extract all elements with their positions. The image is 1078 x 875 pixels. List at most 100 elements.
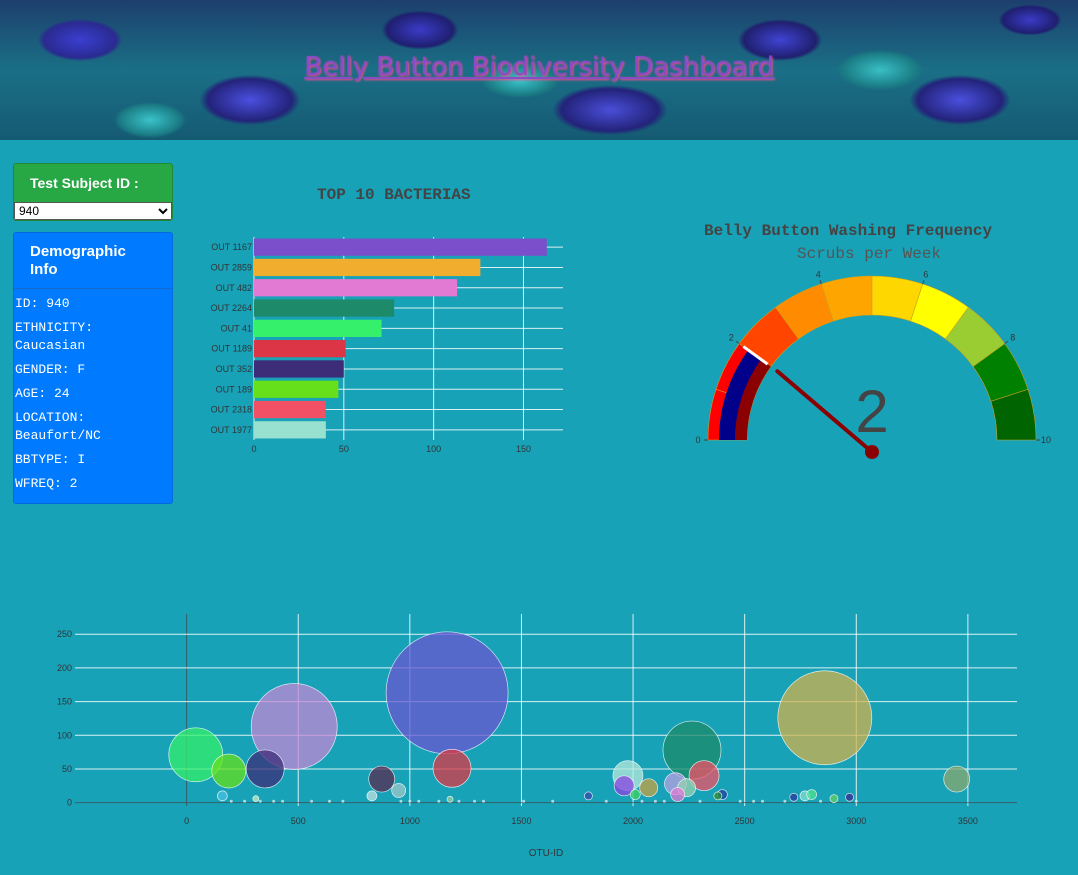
- bubble-small-point: [551, 799, 555, 803]
- bubble-x-tick-label: 3000: [846, 816, 866, 826]
- bar-x-tick-label: 0: [251, 444, 256, 454]
- gauge-tick-label: 4: [816, 270, 821, 280]
- bubble-small-point: [752, 799, 756, 803]
- bubble-small-point: [310, 799, 314, 803]
- bar-x-tick-label: 150: [516, 444, 531, 454]
- header-banner: Belly Button Biodiversity Dashboard: [0, 0, 1078, 140]
- bubble-point: [639, 778, 659, 798]
- bubble-x-tick-label: 1500: [511, 816, 531, 826]
- gauge-tick-label: 8: [1010, 333, 1015, 343]
- gauge-value-label: 2: [855, 378, 888, 445]
- bubble-x-tick-label: 500: [291, 816, 306, 826]
- bubble-point: [245, 749, 285, 789]
- bubble-point: [446, 795, 454, 803]
- bubble-small-point: [417, 799, 421, 803]
- bubble-small-point: [481, 799, 485, 803]
- bubble-small-point: [738, 799, 742, 803]
- bar-x-tick-label: 100: [426, 444, 441, 454]
- demographic-row-bbtype: BBTYPE: I: [15, 452, 86, 467]
- bubble-small-point: [437, 799, 441, 803]
- bubble-y-tick-label: 100: [57, 730, 72, 740]
- bubble-small-point: [281, 799, 285, 803]
- bubble-small-point: [653, 799, 657, 803]
- bubble-point: [713, 791, 723, 801]
- bar-x-tick-label: 50: [339, 444, 349, 454]
- demographic-row-ethnicity: ETHNICITY: Caucasian: [15, 320, 94, 353]
- bar-out-482: [254, 279, 458, 297]
- bubble-small-point: [399, 799, 403, 803]
- bubble-point: [385, 631, 509, 755]
- gauge-tick-label: 0: [695, 435, 700, 445]
- bubble-small-point: [327, 799, 331, 803]
- bubble-point: [806, 789, 817, 800]
- bar-category-label: OUT 2264: [211, 303, 252, 313]
- gauge-tick: [1004, 340, 1009, 345]
- bar-category-label: OUT 482: [216, 283, 252, 293]
- demographic-row-id: ID: 940: [15, 296, 70, 311]
- bar-out-1189: [254, 340, 346, 358]
- bubble-point: [211, 753, 247, 789]
- bubble-point: [366, 790, 378, 802]
- bubble-point: [391, 783, 407, 798]
- bubble-small-point: [522, 799, 526, 803]
- bar-out-1167: [254, 238, 547, 256]
- bubble-small-point: [819, 799, 823, 803]
- bubble-small-point: [761, 799, 765, 803]
- bar-out-2318: [254, 400, 326, 419]
- bubble-y-tick-label: 250: [57, 629, 72, 639]
- bubble-x-axis-label: OTU-ID: [529, 848, 563, 859]
- otu-bubble-chart: 0 500 1000 1500 2000 2500 3000 3500 0 50 100 150 200…: [57, 614, 1017, 859]
- bar-category-label: OUT 2859: [211, 262, 252, 272]
- bar-out-41: [254, 319, 382, 337]
- bar-category-label: OUT 189: [216, 384, 252, 394]
- bubble-y-tick-label: 50: [62, 764, 72, 774]
- bubble-small-point: [640, 799, 644, 803]
- bubble-point: [845, 792, 854, 802]
- bubble-small-point: [408, 799, 412, 803]
- demographic-row-age: AGE: 24: [15, 386, 70, 401]
- bubble-x-tick-label: 3500: [958, 816, 978, 826]
- washing-frequency-gauge: 0 2 4 6 8 10 2: [695, 270, 1051, 459]
- bubble-small-point: [698, 799, 702, 803]
- bar-out-2264: [254, 299, 395, 317]
- bubble-small-point: [662, 799, 666, 803]
- demographic-row-location: LOCATION: Beaufort/NC: [15, 410, 101, 443]
- bubble-point: [252, 795, 260, 802]
- gauge-tick: [735, 340, 740, 345]
- demographic-info-title: Demographic Info: [14, 233, 172, 289]
- bubble-point: [670, 787, 686, 802]
- bubble-small-point: [457, 799, 461, 803]
- demographic-row-wfreq: WFREQ: 2: [15, 476, 78, 491]
- gauge-needle-hub: [865, 445, 879, 459]
- gauge-tick: [819, 280, 822, 285]
- bar-category-label: OUT 2318: [211, 405, 252, 415]
- bar-out-2859: [254, 258, 481, 277]
- bubble-small-point: [783, 799, 787, 803]
- subject-id-select[interactable]: 940: [14, 202, 172, 220]
- bar-category-label: OUT 41: [221, 323, 252, 333]
- gauge-tick-label: 6: [923, 270, 928, 280]
- gauge-tick-label: 10: [1041, 435, 1051, 445]
- bubble-small-point: [341, 799, 345, 803]
- bubble-point: [368, 765, 396, 793]
- bubble-y-tick-label: 0: [67, 798, 72, 808]
- bubble-point: [584, 791, 593, 801]
- top-bacteria-bar-chart: 0 50 100 150 OUT 1167 OUT 2859 OUT 482 OUT 2264…: [211, 237, 563, 454]
- bubble-point: [829, 794, 839, 803]
- bar-out-189: [254, 380, 339, 398]
- bubble-x-tick-label: 2500: [735, 816, 755, 826]
- bubble-x-tick-label: 1000: [400, 816, 420, 826]
- bubble-y-tick-label: 200: [57, 663, 72, 673]
- demographic-row-gender: GENDER: F: [15, 362, 86, 377]
- bubble-point: [432, 748, 472, 788]
- demographic-info-panel: Demographic Info ID: 940 ETHNICITY: Cauc…: [13, 232, 173, 504]
- bubble-small-point: [854, 799, 858, 803]
- page-title: Belly Button Biodiversity Dashboard: [304, 52, 774, 82]
- bar-out-1977: [254, 421, 326, 439]
- bubble-small-point: [258, 799, 262, 803]
- bubble-small-point: [473, 799, 477, 803]
- bubble-point: [777, 670, 873, 766]
- bubble-point: [629, 789, 641, 800]
- bubble-y-tick-label: 150: [57, 697, 72, 707]
- subject-selector-card: Test Subject ID : 940: [13, 163, 173, 221]
